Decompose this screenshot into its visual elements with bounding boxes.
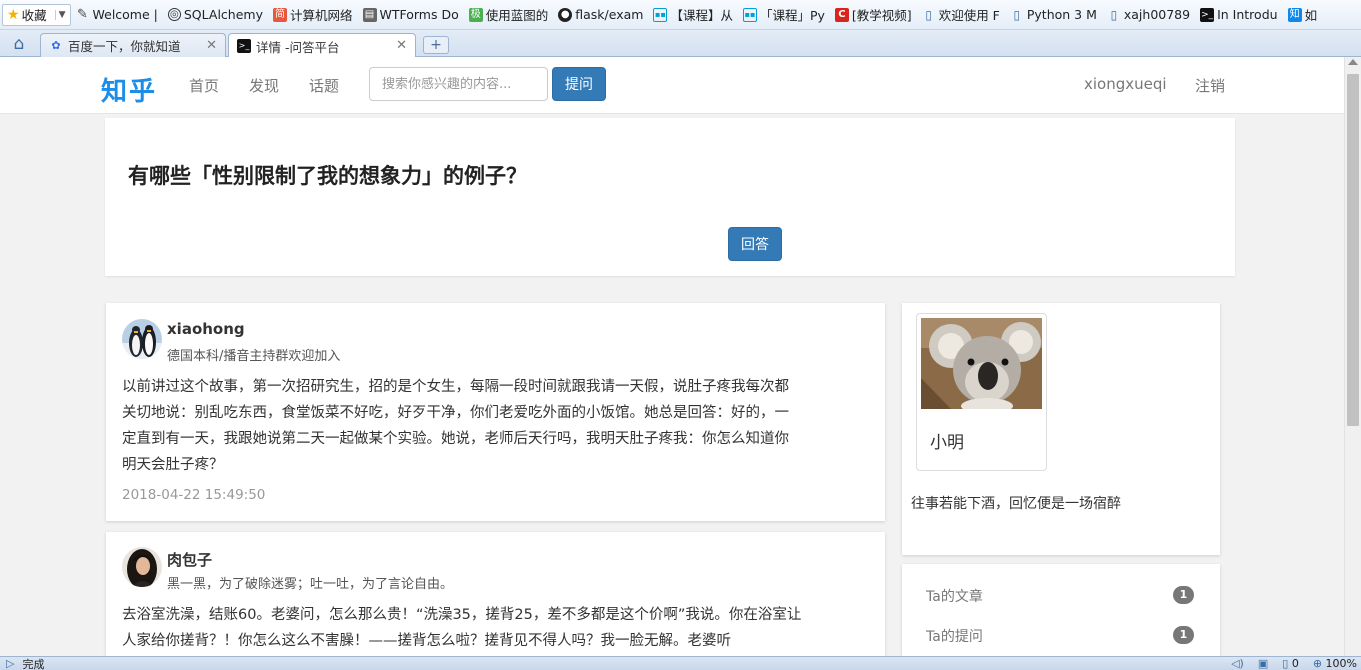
question-title: 有哪些「性别限制了我的想象力」的例子？ — [128, 164, 527, 188]
profile-name[interactable]: 小明 — [930, 428, 964, 453]
home-icon[interactable]: ⌂ — [8, 34, 30, 54]
page-icon: ▯ — [925, 7, 932, 22]
sqlalchemy-icon: ◎ — [167, 8, 181, 21]
status-bar: ▷ 完成 ◁) ▣ ▯ 0 ⊕ 100% — [0, 656, 1361, 670]
close-icon[interactable]: ✕ — [396, 38, 407, 53]
page-scrollbar[interactable] — [1344, 57, 1361, 656]
koala-avatar-image — [921, 318, 1042, 409]
terminal-icon: >_ — [1200, 7, 1215, 22]
terminal-icon: >_ — [237, 39, 251, 53]
answer-button[interactable]: 回答 — [728, 227, 782, 261]
logout-link[interactable]: 注销 — [1195, 75, 1225, 96]
zoom-icon: ⊕ — [1312, 657, 1323, 670]
paw-icon: ✿ — [51, 38, 61, 52]
tab-label: 百度一下，你就知道 — [68, 39, 181, 54]
bookmark-item[interactable]: ▪▪ 【课程】从 — [648, 0, 738, 29]
stat-questions[interactable]: Ta的提问 1 — [926, 626, 1194, 646]
profile-thumbnail[interactable]: 小明 — [916, 313, 1047, 471]
bilibili-icon: ▪▪ — [742, 7, 757, 22]
tab-detail[interactable]: >_ 详情 -问答平台 ✕ — [228, 33, 416, 58]
close-icon[interactable]: ✕ — [206, 38, 217, 53]
profile-motto: 往事若能下酒，回忆便是一场宿醉 — [911, 496, 1121, 512]
site-navbar: 知乎 首页 发现 话题 提问 xiongxueqi 注销 — [0, 57, 1344, 114]
github-icon: ● — [558, 7, 573, 22]
nav-link-topics[interactable]: 话题 — [309, 75, 339, 96]
tab-label: 详情 -问答平台 — [256, 39, 340, 55]
shield-icon: ▯ — [1282, 657, 1289, 670]
site-logo[interactable]: 知乎 — [101, 71, 157, 108]
stat-articles[interactable]: Ta的文章 1 — [926, 586, 1194, 606]
answer-author-bio: 德国本科/播音主持群欢迎加入 — [167, 349, 341, 364]
bookmark-item[interactable]: ▤ WTForms Do — [358, 0, 464, 29]
jianshu-icon: 简 — [272, 7, 287, 22]
answer-author[interactable]: xiaohong — [167, 320, 245, 338]
bookmark-item[interactable]: ◎ SQLAlchemy — [163, 0, 268, 29]
zhihu-icon: 知 — [1287, 7, 1302, 22]
count-badge: 1 — [1173, 586, 1194, 604]
stat-label: Ta的文章 — [926, 589, 983, 605]
scroll-up-icon[interactable] — [1348, 59, 1358, 65]
printer-icon[interactable]: ▣ — [1258, 657, 1268, 670]
status-count[interactable]: ▯ 0 — [1282, 657, 1299, 670]
author-stats-card: Ta的文章 1 Ta的提问 1 — [902, 564, 1220, 656]
zoom-level[interactable]: ⊕ 100% — [1313, 657, 1357, 670]
bookmark-item[interactable]: ▯ 欢迎使用 F — [917, 0, 1005, 29]
feather-icon: ✎ — [77, 6, 88, 22]
answer-time: 2018-04-22 15:49:50 — [122, 487, 266, 503]
answer-card: 肉包子 黑一黑，为了破除迷雾；吐一吐，为了言论自由。 去浴室洗澡，结账60。老婆… — [106, 532, 885, 656]
author-profile-card: 小明 往事若能下酒，回忆便是一场宿醉 — [902, 303, 1220, 555]
avatar[interactable] — [122, 319, 162, 359]
favorites-label: 收藏 — [21, 8, 47, 23]
bookmark-item[interactable]: ✎ Welcome | — [71, 0, 163, 29]
bookmark-item[interactable]: 知如 — [1283, 0, 1323, 29]
bookmark-item[interactable]: ▯ Python 3 M — [1005, 0, 1102, 29]
bookmark-item[interactable]: ▪▪ 「课程」Py — [738, 0, 830, 29]
bookmark-item[interactable]: ● flask/exam — [553, 0, 648, 29]
bookmark-item[interactable]: 简计算机网络 — [268, 0, 358, 29]
answer-author-bio: 黑一黑，为了破除迷雾；吐一吐，为了言论自由。 — [167, 577, 454, 592]
avatar[interactable] — [122, 547, 162, 587]
answer-text: 去浴室洗澡，结账60。老婆问，怎么那么贵！“洗澡35，搓背25，差不多都是这个价… — [122, 607, 802, 649]
answer-author[interactable]: 肉包子 — [167, 549, 212, 570]
bookmark-item[interactable]: ▯ xajh00789 — [1102, 0, 1195, 29]
status-text: 完成 — [22, 657, 45, 670]
scrollbar-thumb[interactable] — [1347, 74, 1359, 426]
play-icon[interactable]: ▷ — [6, 657, 14, 670]
question-header: 有哪些「性别限制了我的想象力」的例子？ 回答 — [105, 118, 1235, 276]
ask-button[interactable]: 提问 — [552, 67, 606, 101]
tab-baidu[interactable]: ✿ 百度一下，你就知道 ✕ — [40, 33, 226, 57]
username-link[interactable]: xiongxueqi — [1084, 75, 1167, 93]
page-icon: ▯ — [1013, 7, 1021, 22]
nav-link-discover[interactable]: 发现 — [249, 75, 279, 96]
speaker-icon[interactable]: ◁) — [1231, 657, 1244, 670]
status-tray: ◁) ▣ ▯ 0 ⊕ 100% — [1231, 657, 1357, 670]
bookmark-item[interactable]: C [教学视频] — [830, 0, 917, 29]
bookmark-item[interactable]: 极使用蓝图的 — [464, 0, 554, 29]
nav-link-home[interactable]: 首页 — [189, 75, 219, 96]
favorites-button[interactable]: ★ 收藏 ▼ — [2, 3, 71, 26]
green-book-icon: 极 — [468, 7, 483, 22]
chevron-down-icon[interactable]: ▼ — [54, 9, 66, 20]
bilibili-icon: ▪▪ — [653, 7, 668, 22]
red-c-icon: C — [834, 7, 849, 22]
count-badge: 1 — [1173, 626, 1194, 644]
search-input[interactable] — [369, 67, 548, 101]
answer-card: xiaohong 德国本科/播音主持群欢迎加入 以前讲过这个故事，第一次招研究生… — [106, 303, 885, 521]
bookmarks-bar: ★ 收藏 ▼ ✎ Welcome | ◎ SQLAlchemy 简计算机网络 ▤ WT… — [0, 0, 1361, 30]
star-icon: ★ — [7, 6, 20, 23]
tab-bar: ⌂ ✿ 百度一下，你就知道 ✕ >_ 详情 -问答平台 ✕ + — [0, 30, 1361, 58]
new-tab-button[interactable]: + — [423, 36, 449, 54]
stat-label: Ta的提问 — [926, 629, 983, 645]
bookmark-item[interactable]: >_ In Introdu — [1195, 0, 1282, 29]
docs-icon: ▤ — [362, 7, 377, 22]
page-icon: ▯ — [1110, 7, 1118, 22]
answer-text: 以前讲过这个故事，第一次招研究生，招的是个女生，每隔一段时间就跟我请一天假，说肚… — [122, 379, 789, 473]
